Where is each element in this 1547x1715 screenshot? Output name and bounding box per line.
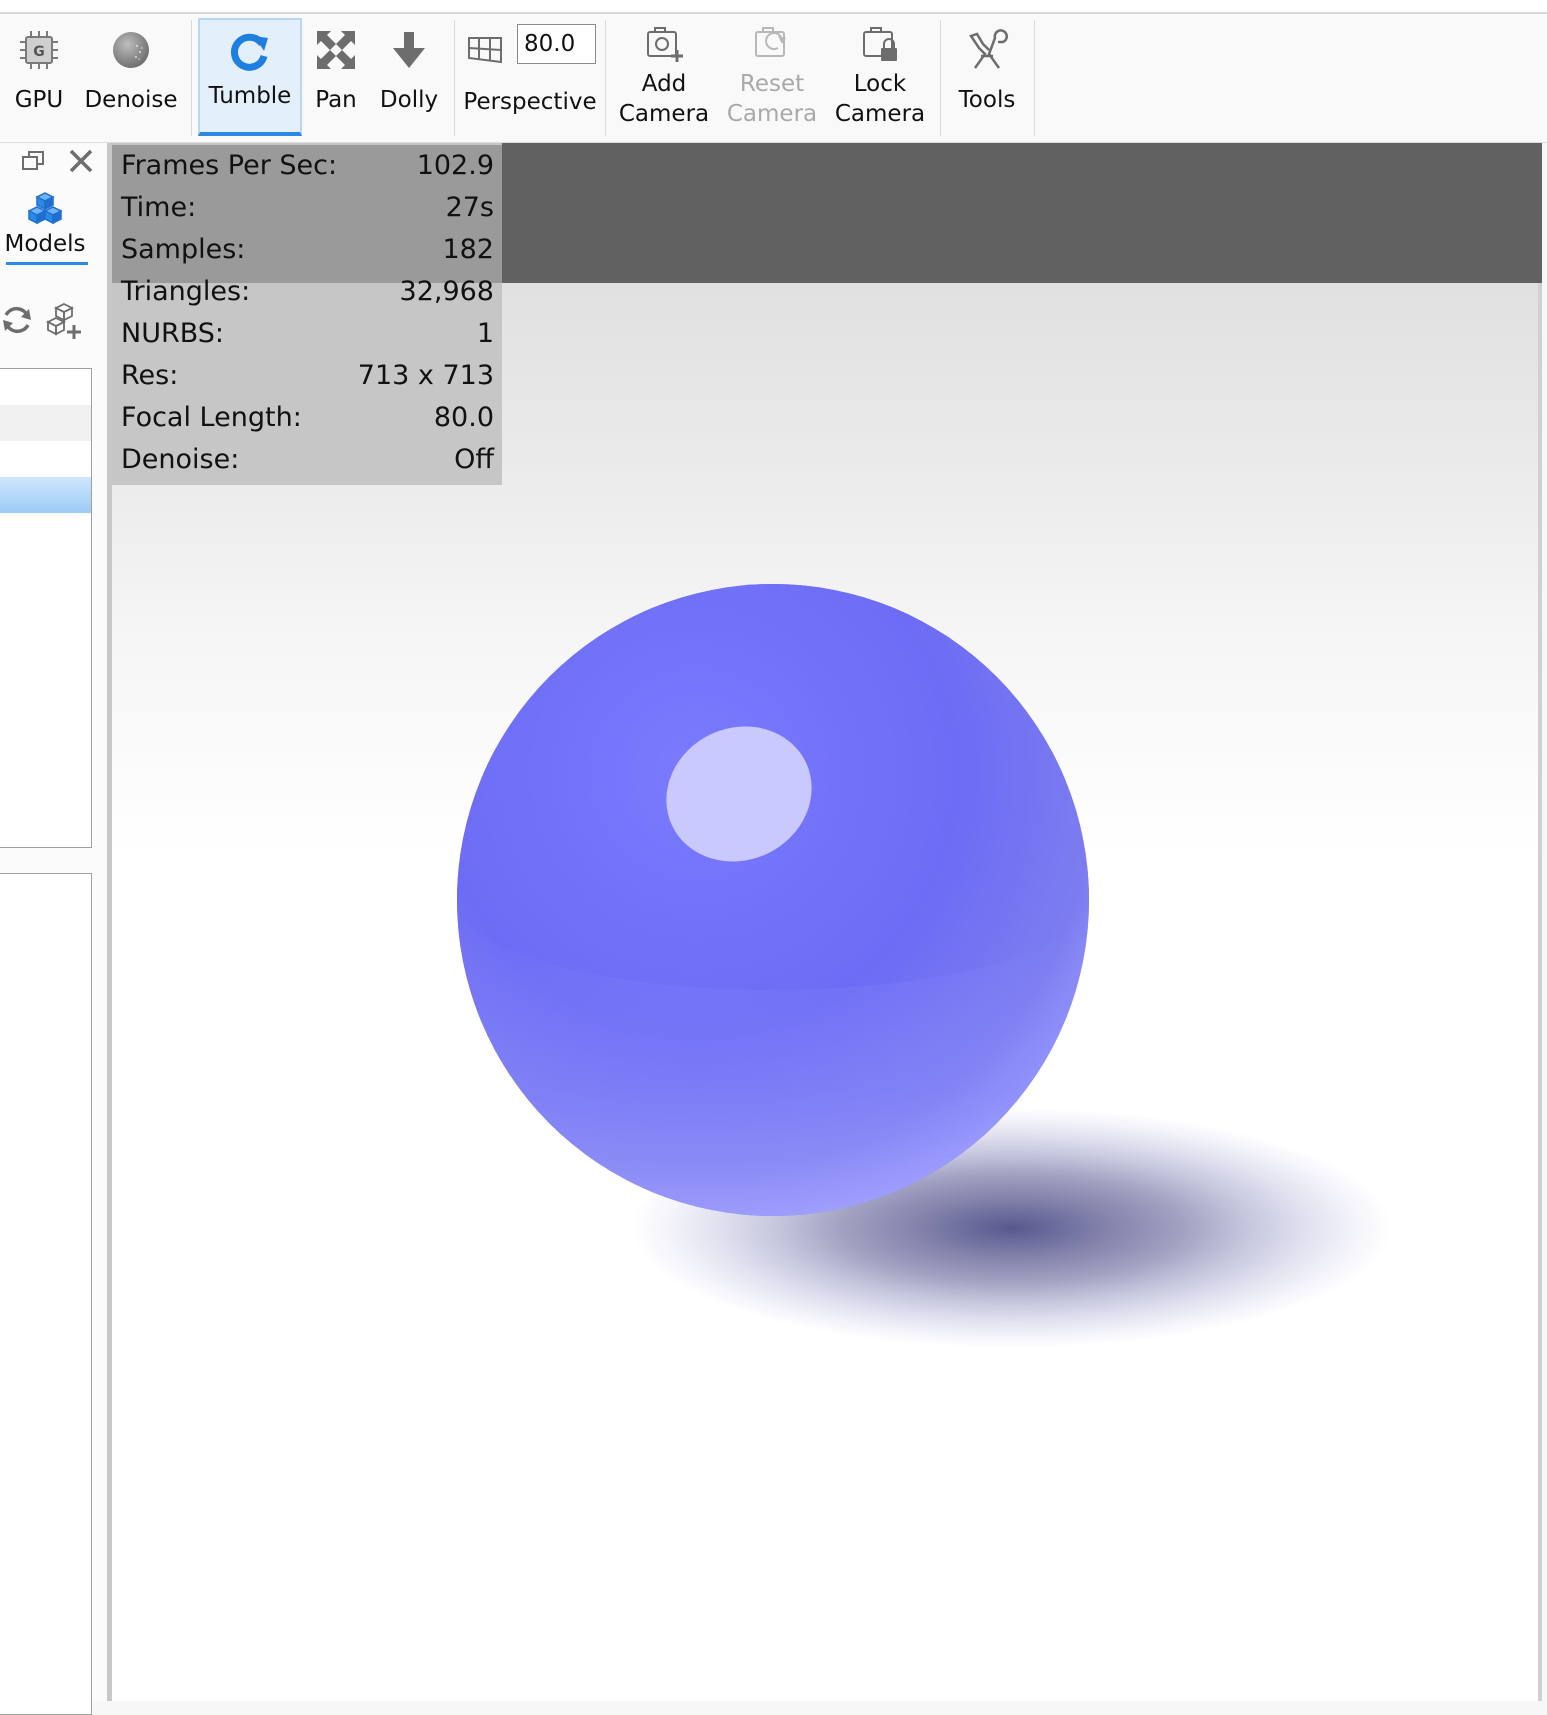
tools-label: Tools <box>958 87 1016 113</box>
stat-value: 32,968 <box>399 276 494 307</box>
denoise-sphere-icon <box>113 32 149 68</box>
tab-models[interactable]: Models <box>0 189 90 265</box>
reset-camera-label-line2: Camera <box>726 101 818 127</box>
add-camera-label-line2: Camera <box>618 101 710 127</box>
stat-row-triangles: Triangles: 32,968 <box>112 271 502 313</box>
stat-value: Off <box>454 444 494 475</box>
stat-value: 182 <box>442 234 494 265</box>
dolly-button[interactable]: Dolly <box>370 18 448 136</box>
toolbar-separator <box>605 20 606 136</box>
stat-row-nurbs: NURBS: 1 <box>112 313 502 355</box>
refresh-icon[interactable] <box>0 303 34 337</box>
stat-label: Time: <box>121 192 197 223</box>
stat-value: 713 x 713 <box>357 360 494 391</box>
toolbar-separator <box>940 20 941 136</box>
stat-value: 1 <box>476 318 494 349</box>
stat-label: Focal Length: <box>121 402 302 433</box>
tumble-rotate-icon <box>230 33 268 71</box>
stat-label: Res: <box>121 360 179 391</box>
lock-camera-label-line1: Lock <box>853 71 907 97</box>
toolbar-separator <box>1034 20 1035 136</box>
stat-value: 102.9 <box>416 150 494 181</box>
stat-row-time: Time: 27s <box>112 187 502 229</box>
close-icon[interactable] <box>66 146 96 176</box>
add-camera-button[interactable]: Add Camera <box>614 18 714 136</box>
tumble-label: Tumble <box>208 83 292 109</box>
active-tab-indicator <box>6 262 88 265</box>
gpu-chip-icon: G <box>20 31 58 69</box>
tumble-button[interactable]: Tumble <box>198 18 302 136</box>
reset-camera-icon <box>755 27 786 57</box>
stat-label: Samples: <box>121 234 246 265</box>
stat-row-denoise: Denoise: Off <box>112 439 502 481</box>
title-bar-strip <box>0 0 1547 14</box>
pan-arrows-icon <box>317 31 355 69</box>
add-camera-icon <box>647 27 683 62</box>
lock-camera-button[interactable]: Lock Camera <box>830 18 930 136</box>
reset-camera-button[interactable]: Reset Camera <box>722 18 822 136</box>
pan-button[interactable]: Pan <box>306 18 366 136</box>
dolly-label: Dolly <box>379 87 439 113</box>
list-item[interactable] <box>0 441 91 477</box>
restore-window-icon[interactable] <box>20 148 48 176</box>
stat-value: 27s <box>445 192 494 223</box>
dolly-arrow-icon <box>393 32 425 68</box>
viewport-border <box>1538 283 1542 1701</box>
pan-label: Pan <box>315 87 357 113</box>
perspective-label: Perspective <box>463 89 597 115</box>
lock-camera-icon <box>863 27 897 61</box>
list-item[interactable] <box>0 369 91 405</box>
properties-list <box>0 873 92 1715</box>
denoise-label: Denoise <box>84 87 178 113</box>
stat-label: Denoise: <box>121 444 240 475</box>
add-camera-label-line1: Add <box>641 71 687 97</box>
list-item[interactable] <box>0 405 91 441</box>
model-list <box>0 368 92 848</box>
models-tab-label: Models <box>4 231 86 257</box>
list-item-selected[interactable] <box>0 477 91 513</box>
stat-label: Frames Per Sec: <box>121 150 338 181</box>
models-cubes-icon <box>28 192 62 225</box>
ribbon-toolbar: G GPU Denoise Tumble Pan Dolly Perspecti… <box>0 14 1547 143</box>
lock-camera-label-line2: Camera <box>834 101 926 127</box>
render-viewport[interactable]: Frames Per Sec: 102.9 Time: 27s Samples:… <box>112 143 1542 1701</box>
gpu-label: GPU <box>14 87 64 113</box>
tools-wrench-icon <box>969 29 1008 69</box>
denoise-button[interactable]: Denoise <box>82 18 180 136</box>
tools-button[interactable]: Tools <box>948 18 1026 136</box>
stat-row-focal-length: Focal Length: 80.0 <box>112 397 502 439</box>
reset-camera-label-line1: Reset <box>739 71 805 97</box>
render-stats-overlay: Frames Per Sec: 102.9 Time: 27s Samples:… <box>112 143 502 485</box>
svg-text:G: G <box>33 44 45 60</box>
toolbar-separator <box>191 20 192 136</box>
stat-label: Triangles: <box>121 276 251 307</box>
perspective-grid-icon <box>468 37 502 64</box>
models-panel: Models <box>0 143 107 1715</box>
stat-row-res: Res: 713 x 713 <box>112 355 502 397</box>
stat-value: 80.0 <box>433 402 494 433</box>
toolbar-separator <box>454 20 455 136</box>
gpu-button[interactable]: G GPU <box>4 18 74 136</box>
stat-row-fps: Frames Per Sec: 102.9 <box>112 145 502 187</box>
focal-length-input[interactable] <box>517 24 596 64</box>
stat-label: NURBS: <box>121 318 225 349</box>
add-model-icon[interactable] <box>44 301 84 341</box>
